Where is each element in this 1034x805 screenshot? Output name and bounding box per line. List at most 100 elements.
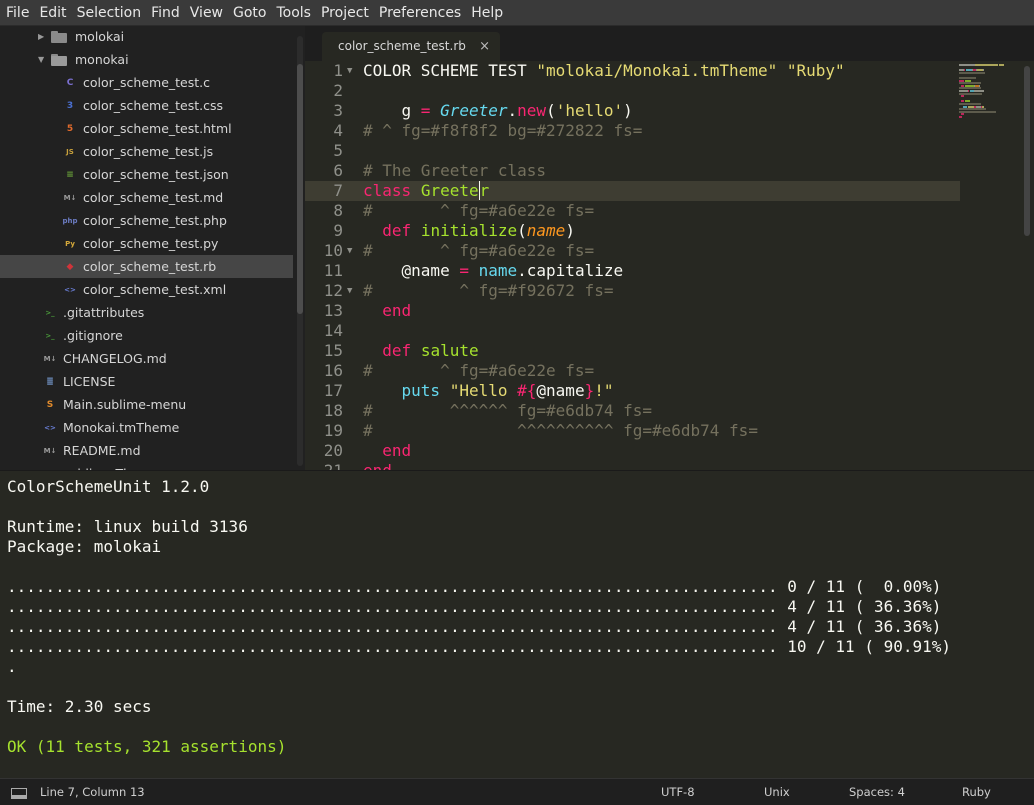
test-result-summary: OK (11 tests, 321 assertions)	[7, 737, 287, 756]
code-text: def salute	[363, 341, 478, 361]
sidebar-item-color-scheme-test-css[interactable]: 3 color_scheme_test.css	[0, 94, 293, 117]
sidebar-item-license[interactable]: ≣ LICENSE	[0, 370, 293, 393]
menu-edit[interactable]: Edit	[35, 0, 72, 26]
output-line: Runtime: linux build 3136	[7, 517, 248, 536]
menu-view[interactable]: View	[186, 0, 229, 26]
sidebar-item-label: LICENSE	[63, 374, 116, 389]
chevron-down-icon[interactable]: ▼	[38, 55, 48, 64]
sidebar-item-label: color_scheme_test.py	[83, 236, 219, 251]
sidebar-item-label: color_scheme_test.js	[83, 144, 214, 159]
code-line[interactable]: 14	[305, 321, 960, 341]
code-text: end	[363, 461, 392, 470]
sidebar-item-label: molokai	[75, 29, 125, 44]
code-line[interactable]: 13 end	[305, 301, 960, 321]
code-token: # ^^^^^^ fg=#e6db74 fs=	[363, 401, 652, 420]
code-text: class Greeter	[363, 181, 490, 201]
menu-preferences[interactable]: Preferences	[375, 0, 467, 26]
code-token: Greete	[420, 181, 479, 200]
code-line[interactable]: 6 # The Greeter class	[305, 161, 960, 181]
output-panel: ColorSchemeUnit 1.2.0 Runtime: linux buil…	[0, 470, 1034, 778]
sidebar-item-color-scheme-test-py[interactable]: Py color_scheme_test.py	[0, 232, 293, 255]
fold-arrow-icon[interactable]: ▼	[347, 61, 352, 81]
line-number: 8	[333, 201, 343, 220]
sidebar-item-sublime-th[interactable]: sublime-Th...	[0, 462, 293, 470]
code-line[interactable]: 9 def initialize(name)	[305, 221, 960, 241]
menu-file[interactable]: File	[3, 0, 35, 26]
panel-toggle-icon[interactable]	[11, 788, 27, 799]
code-line[interactable]: 1 ▼ COLOR SCHEME TEST "molokai/Monokai.tmT…	[305, 61, 960, 81]
sidebar-item-color-scheme-test-html[interactable]: 5 color_scheme_test.html	[0, 117, 293, 140]
sidebar-item-monokai[interactable]: ▼ monokai	[0, 48, 293, 71]
code-token: g	[363, 101, 421, 120]
sidebar-item-gitignore[interactable]: >_ .gitignore	[0, 324, 293, 347]
menu-goto[interactable]: Goto	[229, 0, 272, 26]
menu-help[interactable]: Help	[467, 0, 509, 26]
output-line: .	[7, 657, 17, 676]
code-token: # The Greeter class	[363, 161, 547, 180]
chevron-right-icon[interactable]: ▶	[38, 32, 48, 41]
code-line[interactable]: 16 # ^ fg=#a6e22e fs=	[305, 361, 960, 381]
code-token: @name	[536, 381, 585, 400]
code-line[interactable]: 7 class Greeter	[305, 181, 960, 201]
output-line: Time: 2.30 secs	[7, 697, 152, 716]
markdown-file-icon: M↓	[43, 446, 57, 455]
sidebar-item-color-scheme-test-c[interactable]: Ccolor_scheme_test.c	[0, 71, 293, 94]
syntax-indicator[interactable]: Ruby	[962, 779, 991, 805]
fold-arrow-icon[interactable]: ▼	[347, 241, 352, 261]
code-line[interactable]: 10 ▼ # ^ fg=#a6e22e fs=	[305, 241, 960, 261]
line-number: 2	[333, 81, 343, 100]
sidebar-item-color-scheme-test-md[interactable]: M↓ color_scheme_test.md	[0, 186, 293, 209]
code-line[interactable]: 20 end	[305, 441, 960, 461]
sidebar-item-molokai[interactable]: ▶ molokai	[0, 26, 293, 48]
code-line[interactable]: 3 g = Greeter.new('hello')	[305, 101, 960, 121]
code-line[interactable]: 8 # ^ fg=#a6e22e fs=	[305, 201, 960, 221]
indentation-indicator[interactable]: Spaces: 4	[849, 779, 905, 805]
code-token: end	[363, 461, 392, 470]
cursor-position[interactable]: Line 7, Column 13	[40, 779, 145, 805]
sidebar-item-label: color_scheme_test.json	[83, 167, 229, 182]
code-line[interactable]: 4 # ^ fg=#f8f8f2 bg=#272822 fs=	[305, 121, 960, 141]
code-token: # ^ fg=#f8f8f2 bg=#272822 fs=	[363, 121, 643, 140]
code-line[interactable]: 2	[305, 81, 960, 101]
close-icon[interactable]: ×	[479, 32, 490, 61]
menu-find[interactable]: Find	[147, 0, 186, 26]
sidebar-item-label: color_scheme_test.rb	[83, 259, 217, 274]
minimap[interactable]	[955, 64, 1019, 124]
sidebar-item-changelog-md[interactable]: M↓ CHANGELOG.md	[0, 347, 293, 370]
line-number: 6	[333, 161, 343, 180]
code-line[interactable]: 17 puts "Hello #{@name}!"	[305, 381, 960, 401]
code-line[interactable]: 19 # ^^^^^^^^^^ fg=#e6db74 fs=	[305, 421, 960, 441]
terminal-file-icon: >_	[45, 308, 55, 317]
tab-color-scheme-test-rb[interactable]: color_scheme_test.rb ×	[322, 32, 500, 61]
code-token: new	[517, 101, 547, 120]
line-endings-indicator[interactable]: Unix	[764, 779, 790, 805]
code-line[interactable]: 12 ▼ # ^ fg=#f92672 fs=	[305, 281, 960, 301]
sidebar-item-monokai-tmtheme[interactable]: <> Monokai.tmTheme	[0, 416, 293, 439]
sidebar-item-readme-md[interactable]: M↓ README.md	[0, 439, 293, 462]
sidebar-item-color-scheme-test-json[interactable]: ≡ color_scheme_test.json	[0, 163, 293, 186]
sidebar-item-color-scheme-test-rb[interactable]: ◆ color_scheme_test.rb	[0, 255, 293, 278]
sidebar-item-main-sublime-menu[interactable]: S Main.sublime-menu	[0, 393, 293, 416]
code-text: g = Greeter.new('hello')	[363, 101, 633, 121]
editor-scrollbar-thumb[interactable]	[1024, 66, 1030, 236]
code-line[interactable]: 5	[305, 141, 960, 161]
sidebar-item-color-scheme-test-js[interactable]: JS color_scheme_test.js	[0, 140, 293, 163]
menu-selection[interactable]: Selection	[73, 0, 148, 26]
code-line[interactable]: 15 def salute	[305, 341, 960, 361]
sidebar-scrollbar-thumb[interactable]	[297, 64, 303, 314]
sidebar-item-gitattributes[interactable]: >_ .gitattributes	[0, 301, 293, 324]
js-file-icon: JS	[66, 147, 74, 156]
sidebar-item-color-scheme-test-php[interactable]: php color_scheme_test.php	[0, 209, 293, 232]
menu-tools[interactable]: Tools	[272, 0, 317, 26]
code-line[interactable]: 11 @name = name.capitalize	[305, 261, 960, 281]
minimap-mark	[959, 71, 985, 74]
menu-project[interactable]: Project	[317, 0, 375, 26]
code-editor[interactable]: 1 ▼ COLOR SCHEME TEST "molokai/Monokai.tmT…	[305, 61, 1034, 470]
sidebar-item-color-scheme-test-xml[interactable]: <> color_scheme_test.xml	[0, 278, 293, 301]
code-line[interactable]: 21 end	[305, 461, 960, 470]
fold-arrow-icon[interactable]: ▼	[347, 281, 352, 301]
encoding-indicator[interactable]: UTF-8	[661, 779, 695, 805]
code-line[interactable]: 18 # ^^^^^^ fg=#e6db74 fs=	[305, 401, 960, 421]
